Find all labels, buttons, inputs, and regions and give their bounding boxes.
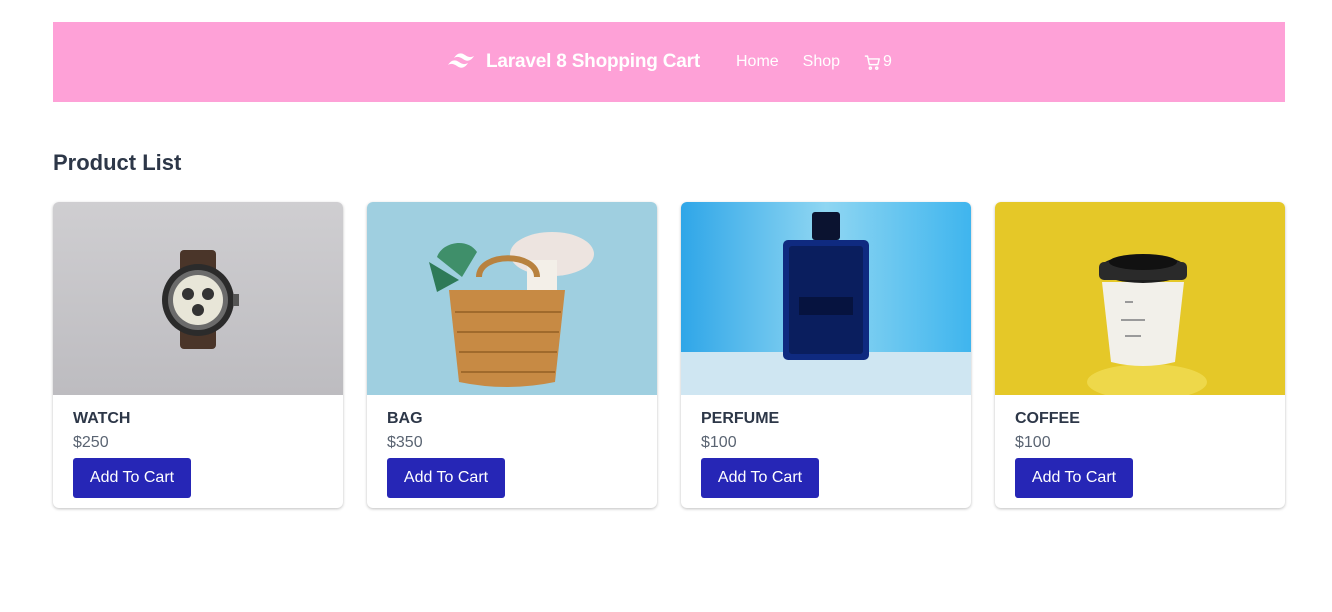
product-info: PERFUME $100 Add To Cart bbox=[681, 395, 971, 498]
product-price: $100 bbox=[701, 434, 737, 451]
cart-link[interactable]: 9 bbox=[864, 53, 892, 71]
product-grid: WATCH $250 Add To Cart BAG $350 Add To C… bbox=[53, 202, 1285, 508]
add-to-cart-button[interactable]: Add To Cart bbox=[701, 458, 819, 498]
product-info: COFFEE $100 Add To Cart bbox=[995, 395, 1285, 498]
product-name: BAG bbox=[387, 410, 423, 427]
cart-icon bbox=[864, 54, 880, 70]
brand-link[interactable]: Laravel 8 Shopping Cart bbox=[446, 51, 700, 73]
add-to-cart-button[interactable]: Add To Cart bbox=[73, 458, 191, 498]
product-name: PERFUME bbox=[701, 410, 780, 427]
product-card: PERFUME $100 Add To Cart bbox=[681, 202, 971, 508]
product-price: $100 bbox=[1015, 434, 1051, 451]
product-card: COFFEE $100 Add To Cart bbox=[995, 202, 1285, 508]
bag-photo bbox=[367, 202, 657, 395]
product-info: WATCH $250 Add To Cart bbox=[53, 395, 343, 498]
brand-name: Laravel 8 Shopping Cart bbox=[486, 51, 700, 72]
product-card: BAG $350 Add To Cart bbox=[367, 202, 657, 508]
tailwind-wave-icon bbox=[448, 53, 475, 68]
nav-links: Home Shop 9 bbox=[736, 53, 892, 71]
product-name: COFFEE bbox=[1015, 410, 1080, 427]
page-title: Product List bbox=[53, 150, 182, 175]
page-container: Laravel 8 Shopping Cart Home Shop 9 bbox=[53, 22, 1285, 102]
add-to-cart-button[interactable]: Add To Cart bbox=[1015, 458, 1133, 498]
cart-count: 9 bbox=[883, 53, 892, 70]
product-name: WATCH bbox=[73, 410, 131, 427]
nav-link-home[interactable]: Home bbox=[736, 53, 779, 71]
nav-link-shop[interactable]: Shop bbox=[803, 53, 840, 71]
product-info: BAG $350 Add To Cart bbox=[367, 395, 657, 498]
add-to-cart-button[interactable]: Add To Cart bbox=[387, 458, 505, 498]
product-price: $350 bbox=[387, 434, 423, 451]
watch-photo bbox=[53, 202, 343, 395]
coffee-photo bbox=[995, 202, 1285, 395]
perfume-photo bbox=[681, 202, 971, 395]
product-price: $250 bbox=[73, 434, 109, 451]
product-card: WATCH $250 Add To Cart bbox=[53, 202, 343, 508]
navbar: Laravel 8 Shopping Cart Home Shop 9 bbox=[53, 22, 1285, 102]
